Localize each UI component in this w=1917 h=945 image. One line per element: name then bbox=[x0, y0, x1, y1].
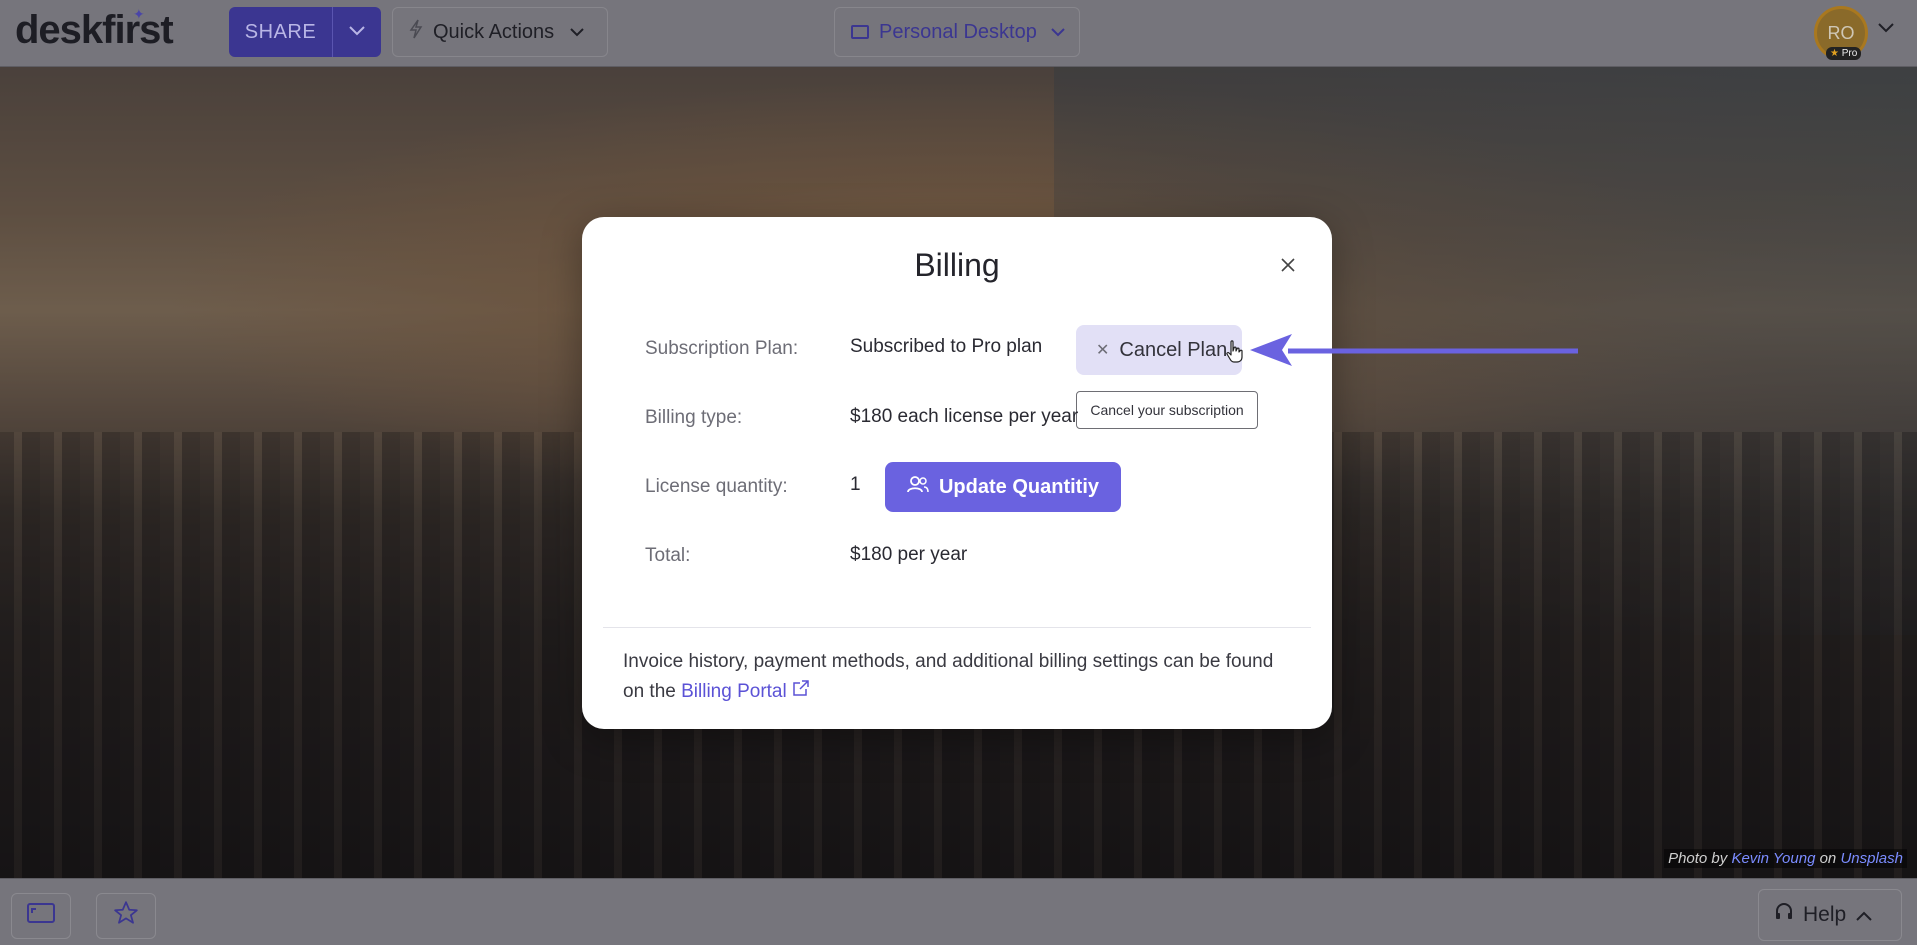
credit-author-link[interactable]: Kevin Young bbox=[1731, 850, 1815, 867]
close-icon: ✕ bbox=[1096, 342, 1110, 359]
close-icon[interactable] bbox=[1281, 251, 1295, 278]
update-quantity-label: Update Quantitiy bbox=[938, 475, 1099, 498]
update-quantity-button[interactable]: Update Quantitiy bbox=[885, 462, 1121, 512]
quick-actions-button[interactable]: Quick Actions bbox=[392, 7, 608, 57]
chevron-down-icon[interactable] bbox=[1878, 20, 1894, 38]
monitor-icon bbox=[851, 25, 869, 39]
total-label: Total: bbox=[645, 545, 691, 566]
billing-modal: Billing Subscription Plan: Subscribed to… bbox=[582, 217, 1332, 729]
desktop-selector[interactable]: Personal Desktop bbox=[834, 7, 1080, 57]
cancel-plan-button[interactable]: ✕ Cancel Plan bbox=[1076, 325, 1242, 375]
billing-footer: Invoice history, payment methods, and ad… bbox=[623, 647, 1283, 707]
star-icon bbox=[113, 900, 139, 933]
billing-portal-link[interactable]: Billing Portal bbox=[681, 680, 810, 702]
pro-badge: ★ Pro bbox=[1826, 47, 1862, 60]
close-button[interactable] bbox=[1276, 253, 1300, 277]
headset-icon bbox=[1775, 902, 1793, 928]
subscription-plan-value: Subscribed to Pro plan bbox=[850, 336, 1043, 357]
cancel-plan-label: Cancel Plan bbox=[1119, 338, 1228, 361]
lightning-icon bbox=[409, 19, 423, 45]
license-quantity-value: 1 bbox=[850, 474, 861, 495]
modal-title: Billing bbox=[914, 247, 1000, 283]
credit-site-link[interactable]: Unsplash bbox=[1840, 850, 1903, 867]
logo-sparkle-icon: ✦ bbox=[133, 6, 145, 22]
hand-cursor-icon bbox=[1226, 340, 1244, 369]
subscription-plan-label: Subscription Plan: bbox=[645, 338, 799, 359]
desktop-label: Personal Desktop bbox=[879, 20, 1037, 43]
star-icon: ★ bbox=[1830, 48, 1839, 59]
chevron-down-icon bbox=[570, 24, 584, 41]
chevron-up-icon bbox=[1856, 903, 1872, 927]
total-value: $180 per year bbox=[850, 544, 968, 565]
share-label[interactable]: SHARE bbox=[229, 7, 333, 57]
license-quantity-label: License quantity: bbox=[645, 476, 788, 497]
help-button[interactable]: Help bbox=[1758, 889, 1902, 941]
fullscreen-icon bbox=[27, 902, 55, 930]
favorites-button[interactable] bbox=[96, 893, 156, 939]
billing-type-value: $180 each license per year bbox=[850, 406, 1079, 427]
chevron-down-icon[interactable] bbox=[333, 23, 381, 41]
chevron-down-icon bbox=[1051, 24, 1065, 41]
logo[interactable]: deskfirst bbox=[15, 8, 174, 53]
external-link-icon[interactable] bbox=[792, 680, 810, 702]
quick-actions-label: Quick Actions bbox=[433, 20, 555, 43]
billing-type-label: Billing type: bbox=[645, 407, 743, 428]
share-button[interactable]: SHARE bbox=[229, 7, 381, 57]
top-bar: deskfirst ✦ SHARE Quick Actions Personal… bbox=[0, 0, 1917, 67]
cancel-tooltip: Cancel your subscription bbox=[1076, 391, 1258, 429]
users-icon bbox=[907, 475, 929, 499]
photo-credit: Photo by Kevin Young on Unsplash bbox=[1664, 849, 1907, 868]
help-label: Help bbox=[1803, 903, 1847, 926]
divider bbox=[603, 627, 1311, 628]
arrow-annotation bbox=[1248, 332, 1580, 373]
bottom-bar: Help bbox=[0, 878, 1917, 945]
fullscreen-button[interactable] bbox=[11, 893, 71, 939]
